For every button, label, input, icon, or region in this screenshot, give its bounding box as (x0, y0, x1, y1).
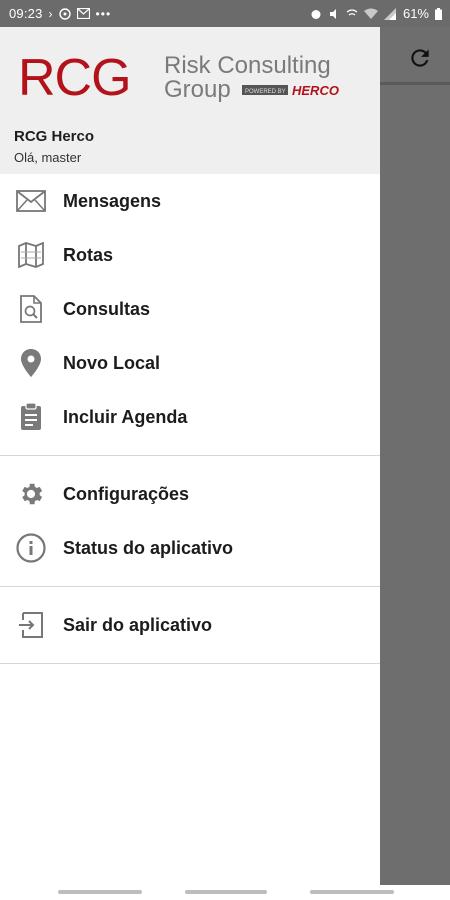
drawer-header: RCG Risk Consulting Group POWERED BY HER… (0, 27, 380, 174)
menu-label: Consultas (63, 298, 151, 319)
more-notifications-icon: ••• (95, 6, 112, 21)
clipboard-icon (16, 402, 46, 432)
user-name: RCG Herco (14, 128, 95, 145)
mute-icon (329, 8, 336, 19)
info-icon (16, 533, 46, 563)
menu-label: Novo Local (63, 352, 161, 373)
menu-label: Sair do aplicativo (63, 614, 213, 635)
status-bar: 09:23 › ••• 61% (0, 0, 450, 27)
exit-icon (16, 610, 46, 640)
whatsapp-icon (58, 7, 71, 20)
envelope-icon (16, 186, 46, 216)
menu-label: Status do aplicativo (63, 537, 234, 558)
logo-line1: Risk Consulting (164, 52, 331, 79)
nav-home-button[interactable] (185, 890, 267, 894)
menu-label: Configurações (63, 483, 190, 504)
user-greeting: Olá, master (14, 150, 82, 165)
battery-icon (435, 7, 442, 20)
logo-letters: RCG (18, 49, 131, 107)
system-nav-bar (0, 885, 450, 900)
map-icon (16, 240, 46, 270)
menu-item-novo-local[interactable]: Novo Local (0, 336, 380, 390)
wifi-call-icon (346, 8, 358, 16)
menu-item-mensagens[interactable]: Mensagens (0, 174, 380, 228)
menu-item-consultas[interactable]: Consultas (0, 282, 380, 336)
alarm-icon (311, 9, 321, 19)
menu-item-sair[interactable]: Sair do aplicativo (0, 598, 380, 652)
status-time: 09:23 (9, 6, 43, 21)
menu-item-status[interactable]: Status do aplicativo (0, 521, 380, 575)
menu-item-configuracoes[interactable]: Configurações (0, 467, 380, 521)
powered-by: POWERED BY (245, 89, 286, 95)
nav-recents-button[interactable] (58, 890, 142, 894)
battery-percent: 61% (402, 6, 429, 21)
refresh-button[interactable] (404, 42, 436, 74)
chevron-right-icon: › (48, 6, 53, 21)
location-pin-icon (16, 348, 46, 378)
menu-item-incluir-agenda[interactable]: Incluir Agenda (0, 390, 380, 444)
gear-icon (16, 479, 46, 509)
signal-icon (383, 7, 396, 20)
rcg-logo: RCG Risk Consulting Group POWERED BY HER… (18, 49, 339, 107)
divider (0, 663, 380, 664)
menu-section-settings: Configurações Status do aplicativo (0, 456, 380, 575)
menu-label: Rotas (63, 244, 114, 265)
navigation-drawer: RCG Risk Consulting Group POWERED BY HER… (0, 27, 380, 885)
herco-logo: HERCO (292, 83, 339, 98)
refresh-icon (411, 49, 429, 67)
logo-line2: Group (164, 76, 231, 103)
drawer-scrim[interactable] (380, 27, 450, 885)
menu-label: Incluir Agenda (63, 406, 188, 427)
menu-section-main: Mensagens Rotas Consultas Novo Local Inc… (0, 174, 380, 444)
menu-item-rotas[interactable]: Rotas (0, 228, 380, 282)
nav-back-button[interactable] (310, 890, 394, 894)
menu-section-exit: Sair do aplicativo (0, 587, 380, 652)
document-search-icon (16, 294, 46, 324)
menu-label: Mensagens (63, 190, 162, 211)
wifi-icon (363, 8, 378, 19)
gmail-icon (76, 8, 90, 19)
